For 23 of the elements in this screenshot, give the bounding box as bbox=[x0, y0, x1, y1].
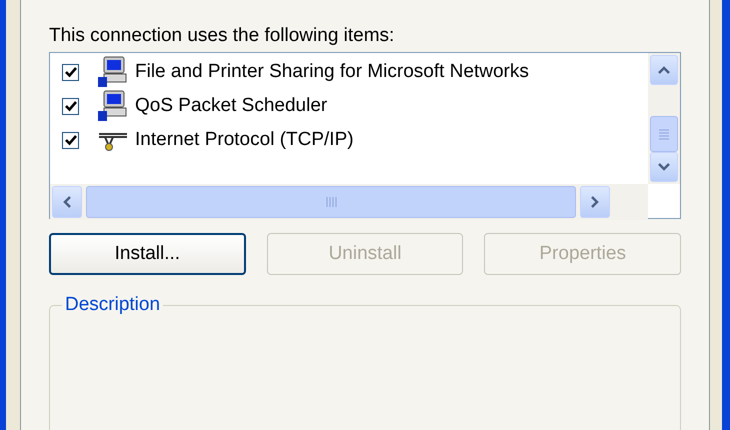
scroll-down-button[interactable] bbox=[650, 152, 678, 182]
computer-icon bbox=[97, 56, 129, 88]
scroll-thumb[interactable] bbox=[650, 116, 678, 152]
chevron-right-icon bbox=[590, 195, 600, 209]
list-item[interactable]: File and Printer Sharing for Microsoft Networks bbox=[135, 61, 529, 83]
horizontal-scrollbar[interactable] bbox=[50, 184, 648, 220]
scroll-right-button[interactable] bbox=[580, 186, 610, 218]
scroll-up-button[interactable] bbox=[650, 55, 678, 85]
action-button[interactable]: Install... bbox=[49, 233, 246, 275]
scroll-left-button[interactable] bbox=[52, 186, 82, 218]
checkbox[interactable] bbox=[62, 132, 79, 148]
list-item[interactable]: QoS Packet Scheduler bbox=[135, 95, 328, 117]
items-label: This connection uses the following items: bbox=[49, 24, 394, 48]
chevron-left-icon bbox=[62, 195, 72, 209]
computer-icon bbox=[97, 90, 129, 122]
vertical-scrollbar[interactable] bbox=[648, 53, 680, 184]
checkbox[interactable] bbox=[62, 98, 79, 114]
group-title: Description bbox=[62, 293, 164, 317]
chevron-down-icon bbox=[657, 162, 671, 172]
scroll-thumb[interactable] bbox=[86, 186, 576, 218]
checkbox[interactable] bbox=[62, 64, 79, 80]
list-item[interactable]: Internet Protocol (TCP/IP) bbox=[135, 129, 354, 151]
chevron-up-icon bbox=[657, 65, 671, 75]
